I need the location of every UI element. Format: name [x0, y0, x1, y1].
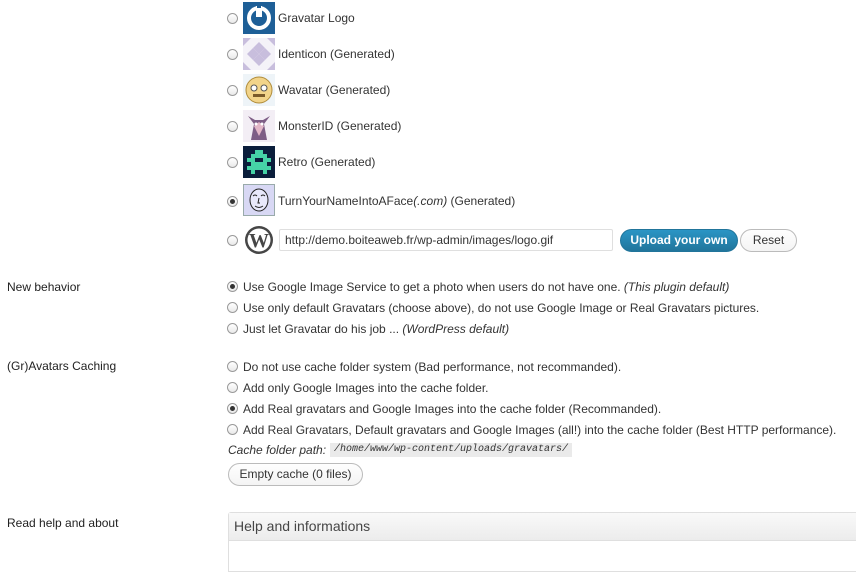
- behavior-option-label: Use only default Gravatars (choose above…: [243, 301, 760, 315]
- avatar-label: Wavatar (Generated): [278, 83, 391, 97]
- avatar-label: TurnYourNameIntoAFace(.com) (Generated): [278, 194, 515, 208]
- caching-option-label: Add Real Gravatars, Default gravatars an…: [243, 423, 837, 437]
- radio-monsterid[interactable]: [227, 121, 238, 132]
- avatar-label-main: TurnYourNameIntoAFace: [278, 194, 414, 208]
- radio-custom-avatar[interactable]: [227, 235, 238, 246]
- custom-avatar-url-input[interactable]: [279, 229, 613, 251]
- avatar-label-italic: (.com): [413, 194, 448, 208]
- avatar-label: Identicon (Generated): [278, 47, 395, 61]
- radio-behavior-default[interactable]: [227, 302, 238, 313]
- monsterid-icon: [243, 110, 275, 142]
- radio-behavior-gravatar[interactable]: [227, 323, 238, 334]
- caching-option-label: Add only Google Images into the cache fo…: [243, 381, 489, 395]
- help-panel: Help and informations: [228, 512, 856, 572]
- upload-your-own-button[interactable]: Upload your own: [620, 229, 738, 252]
- radio-behavior-google[interactable]: [227, 281, 238, 292]
- radio-caching-all[interactable]: [227, 424, 238, 435]
- cache-path-label: Cache folder path:: [228, 443, 327, 457]
- wavatar-icon: [243, 74, 275, 106]
- caching-label: (Gr)Avatars Caching: [7, 359, 117, 373]
- empty-cache-button[interactable]: Empty cache (0 files): [228, 463, 363, 486]
- radio-identicon[interactable]: [227, 49, 238, 60]
- new-behavior-label: New behavior: [7, 280, 81, 294]
- radio-caching-none[interactable]: [227, 361, 238, 372]
- identicon-icon: [243, 38, 275, 70]
- behavior-option-note: (This plugin default): [623, 280, 730, 294]
- radio-caching-google[interactable]: [227, 382, 238, 393]
- retro-icon: [243, 146, 275, 178]
- face-icon: [243, 184, 275, 216]
- behavior-option-text: Just let Gravatar do his job ...: [243, 322, 400, 336]
- caching-option-label: Do not use cache folder system (Bad perf…: [243, 360, 622, 374]
- caching-option-label: Add Real gravatars and Google Images int…: [243, 402, 662, 416]
- behavior-option-label: Just let Gravatar do his job ... (WordPr…: [243, 322, 509, 336]
- radio-retro[interactable]: [227, 157, 238, 168]
- cache-path-value: /home/www/wp-content/uploads/gravatars/: [330, 443, 573, 457]
- svg-text:W: W: [249, 230, 269, 252]
- wordpress-logo-icon: W: [243, 224, 275, 256]
- avatar-label: Retro (Generated): [278, 155, 376, 169]
- radio-caching-real-google[interactable]: [227, 403, 238, 414]
- help-panel-title[interactable]: Help and informations: [229, 513, 856, 541]
- gravatar-logo-icon: [243, 2, 275, 34]
- avatar-label: Gravatar Logo: [278, 11, 355, 25]
- radio-wavatar[interactable]: [227, 85, 238, 96]
- behavior-option-text: Use Google Image Service to get a photo …: [243, 280, 621, 294]
- avatar-label: MonsterID (Generated): [278, 119, 402, 133]
- radio-gravatar-logo[interactable]: [227, 13, 238, 24]
- avatar-label-suffix: (Generated): [450, 194, 516, 208]
- help-label: Read help and about: [7, 516, 119, 530]
- behavior-option-label: Use Google Image Service to get a photo …: [243, 280, 729, 294]
- reset-button[interactable]: Reset: [740, 229, 797, 252]
- radio-turnyournameintoaface[interactable]: [227, 196, 238, 207]
- behavior-option-note: (WordPress default): [402, 322, 510, 336]
